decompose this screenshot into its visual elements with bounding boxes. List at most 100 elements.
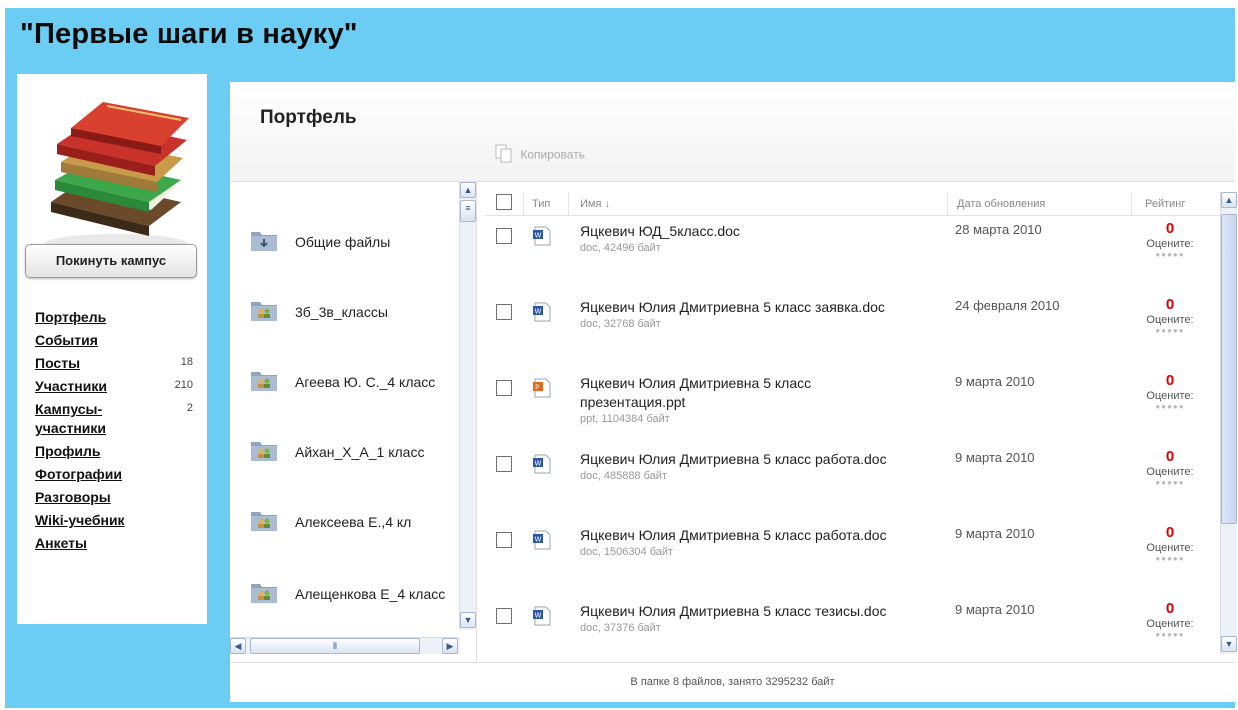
scroll-up-icon[interactable]: ▲	[460, 182, 476, 198]
sidebar-item-members[interactable]: Участники 210	[35, 377, 200, 396]
scroll-right-icon[interactable]: ▶	[442, 638, 458, 654]
folder-name: Общие файлы	[295, 234, 391, 250]
file-vertical-scrollbar[interactable]: ▲ ▼	[1220, 192, 1237, 654]
main-header: Портфель Копировать	[230, 82, 1235, 182]
folder-item[interactable]: Общие файлы	[250, 222, 460, 262]
column-header-type[interactable]: Тип	[532, 198, 550, 210]
rating-widget[interactable]: 0 Оцените: ●●●●●	[1135, 600, 1205, 640]
folder-vertical-scrollbar[interactable]: ▲ ≡ ▼	[459, 182, 476, 630]
file-meta: doc, 37376 байт	[580, 622, 661, 634]
column-header-rating[interactable]: Рейтинг	[1145, 198, 1185, 210]
sidebar-item-wiki[interactable]: Wiki-учебник	[35, 511, 200, 530]
sidebar-item-label: Профиль	[35, 443, 101, 459]
group-folder-icon	[250, 438, 278, 462]
file-meta: doc, 32768 байт	[580, 318, 661, 330]
row-checkbox[interactable]	[496, 456, 512, 472]
file-name-link[interactable]: Яцкевич ЮД_5класс.doc doc, 42496 байт	[580, 222, 890, 256]
sidebar-item-events[interactable]: События	[35, 331, 200, 350]
file-date: 9 марта 2010	[955, 450, 1035, 465]
rating-widget[interactable]: 0 Оцените: ●●●●●	[1135, 448, 1205, 488]
scroll-left-icon[interactable]: ◀	[230, 638, 246, 654]
sidebar-item-label: Разговоры	[35, 489, 111, 505]
folder-item[interactable]: Алещенкова Е_4 класс	[250, 574, 460, 614]
row-checkbox[interactable]	[496, 532, 512, 548]
folder-summary: В папке 8 файлов, занято 3295232 байт	[230, 662, 1235, 702]
sidebar-item-campuses[interactable]: Кампусы-участники 2	[35, 400, 200, 438]
scroll-down-icon[interactable]: ▼	[1221, 636, 1237, 652]
row-checkbox[interactable]	[496, 304, 512, 320]
rate-label: Оцените:	[1146, 542, 1194, 554]
word-doc-icon: W	[531, 302, 553, 322]
sidebar-item-conversations[interactable]: Разговоры	[35, 488, 200, 507]
rating-stars: ●●●●●	[1155, 326, 1185, 335]
page-title: Портфель	[260, 107, 357, 128]
file-name-link[interactable]: Яцкевич Юлия Дмитриевна 5 класс работа.d…	[580, 526, 890, 560]
copy-button[interactable]: Копировать	[495, 144, 585, 167]
table-row[interactable]: W Яцкевич ЮД_5класс.doc doc, 42496 байт …	[485, 220, 1220, 296]
folder-name: Агеева Ю. С._4 класс	[295, 374, 436, 390]
rating-value: 0	[1165, 296, 1175, 313]
folder-item[interactable]: Алексеева Е.,4 кл	[250, 502, 460, 542]
file-meta: doc, 1506304 байт	[580, 546, 674, 558]
word-doc-icon: W	[531, 454, 553, 474]
svg-text:P: P	[535, 384, 539, 392]
svg-text:W: W	[535, 460, 542, 468]
table-row[interactable]: W Яцкевич Юлия Дмитриевна 5 класс работа…	[485, 448, 1220, 524]
column-header-date[interactable]: Дата обновления	[957, 198, 1045, 210]
sidebar-item-label: Посты	[35, 355, 81, 371]
row-checkbox[interactable]	[496, 228, 512, 244]
scroll-thumb[interactable]	[1221, 214, 1237, 524]
scroll-thumb[interactable]: ≡	[460, 200, 476, 222]
scroll-thumb[interactable]: ⦀	[250, 638, 420, 654]
sidebar-nav: Портфель События Посты 18 Участники 210 …	[35, 308, 200, 557]
site-title: "Первые шаги в науку"	[20, 18, 358, 50]
folder-name: Алещенкова Е_4 класс	[295, 586, 446, 602]
file-date: 9 марта 2010	[955, 602, 1035, 617]
select-all-checkbox[interactable]	[496, 194, 512, 210]
leave-campus-button[interactable]: Покинуть кампус	[25, 244, 197, 278]
sidebar-item-portfolio[interactable]: Портфель	[35, 308, 200, 327]
table-row[interactable]: P Яцкевич Юлия Дмитриевна 5 класс презен…	[485, 372, 1220, 448]
sidebar-item-label: Анкеты	[35, 535, 87, 551]
file-name-link[interactable]: Яцкевич Юлия Дмитриевна 5 класс тезисы.d…	[580, 602, 890, 636]
file-name-link[interactable]: Яцкевич Юлия Дмитриевна 5 класс заявка.d…	[580, 298, 890, 332]
scroll-down-icon[interactable]: ▼	[460, 612, 476, 628]
rating-widget[interactable]: 0 Оцените: ●●●●●	[1135, 524, 1205, 564]
sidebar-item-count: 2	[186, 402, 193, 414]
sidebar-item-posts[interactable]: Посты 18	[35, 354, 200, 373]
rating-widget[interactable]: 0 Оцените: ●●●●●	[1135, 296, 1205, 336]
folder-item[interactable]: Агеева Ю. С._4 класс	[250, 362, 460, 402]
rating-stars: ●●●●●	[1155, 554, 1185, 563]
file-meta: doc, 42496 байт	[580, 242, 661, 254]
sidebar-item-profile[interactable]: Профиль	[35, 442, 200, 461]
word-doc-icon: W	[531, 530, 553, 550]
scroll-up-icon[interactable]: ▲	[1221, 192, 1237, 208]
table-row[interactable]: W Яцкевич Юлия Дмитриевна 5 класс заявка…	[485, 296, 1220, 372]
word-doc-icon: W	[531, 226, 553, 246]
rating-widget[interactable]: 0 Оцените: ●●●●●	[1135, 220, 1205, 260]
folder-name: Айхан_Х_А_1 класс	[295, 444, 425, 460]
sidebar-item-surveys[interactable]: Анкеты	[35, 534, 200, 553]
table-row[interactable]: W Яцкевич Юлия Дмитриевна 5 класс работа…	[485, 524, 1220, 600]
sidebar-item-label: Кампусы-участники	[35, 401, 107, 436]
sidebar-item-label: Фотографии	[35, 466, 123, 482]
rating-stars: ●●●●●	[1155, 630, 1185, 639]
file-name-link[interactable]: Яцкевич Юлия Дмитриевна 5 класс презента…	[580, 374, 890, 427]
folder-name: Алексеева Е.,4 кл	[295, 514, 412, 530]
sidebar-item-label: Wiki-учебник	[35, 512, 125, 528]
sidebar-item-label: Участники	[35, 378, 107, 394]
rating-value: 0	[1165, 524, 1175, 541]
rating-stars: ●●●●●	[1155, 250, 1185, 259]
row-checkbox[interactable]	[496, 608, 512, 624]
file-name-link[interactable]: Яцкевич Юлия Дмитриевна 5 класс работа.d…	[580, 450, 890, 484]
table-header: Тип Имя ↓ Дата обновления Рейтинг	[485, 192, 1220, 216]
folder-horizontal-scrollbar[interactable]: ◀ ⦀ ▶	[230, 637, 460, 654]
group-folder-icon	[250, 298, 278, 322]
column-header-name[interactable]: Имя ↓	[580, 198, 610, 210]
sidebar-item-photos[interactable]: Фотографии	[35, 465, 200, 484]
folder-item[interactable]: 3б_3в_классы	[250, 292, 460, 332]
row-checkbox[interactable]	[496, 380, 512, 396]
folder-item[interactable]: Айхан_Х_А_1 класс	[250, 432, 460, 472]
group-folder-icon	[250, 368, 278, 392]
rating-widget[interactable]: 0 Оцените: ●●●●●	[1135, 372, 1205, 412]
